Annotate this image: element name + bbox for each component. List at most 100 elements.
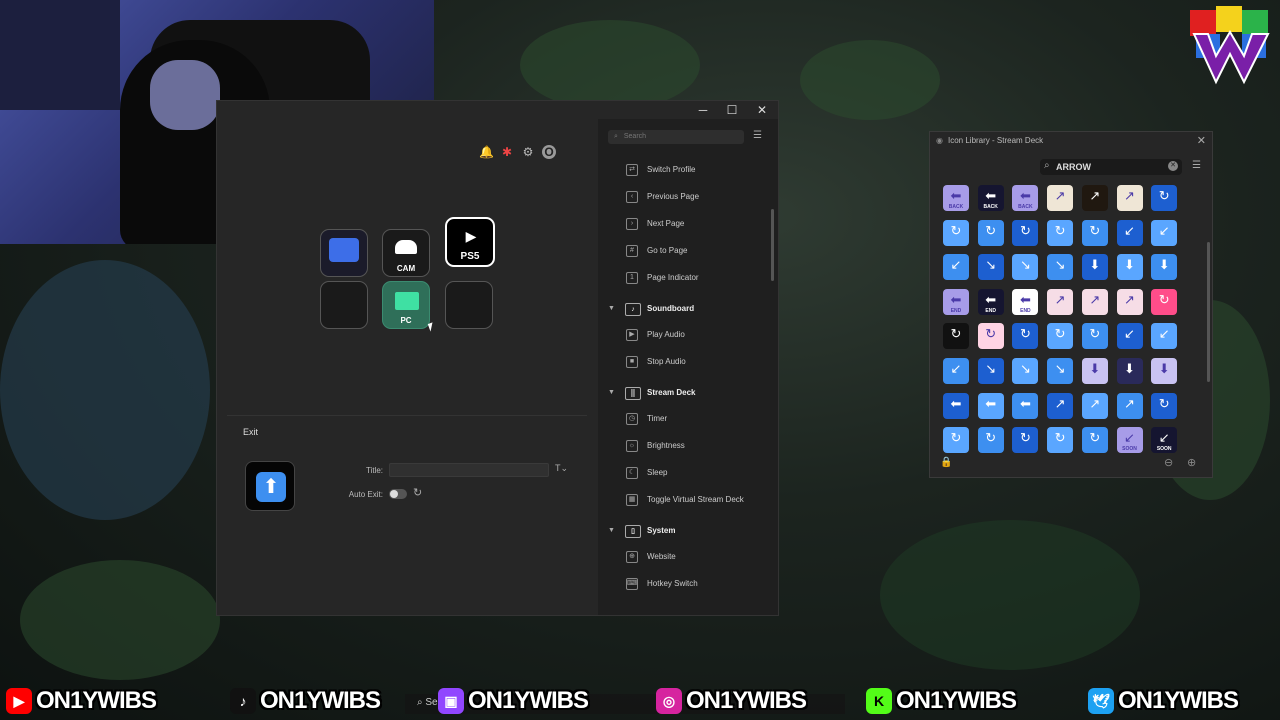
icon-tile[interactable]: ⬇ — [1116, 358, 1143, 384]
icon-tile[interactable]: ↙ SOON — [1116, 427, 1143, 454]
icon-tile[interactable]: ↻ — [1047, 219, 1074, 246]
action-preview-key[interactable]: ⬆ — [245, 461, 295, 511]
icon-tile[interactable]: ↻ — [1081, 219, 1108, 246]
icon-tile[interactable]: ↗ — [1047, 185, 1074, 211]
action-category[interactable]: ▼ ♪ Soundboard — [598, 297, 778, 321]
deck-key-empty-1[interactable] — [320, 281, 368, 329]
action-item[interactable]: › Next Page — [598, 213, 778, 235]
action-item[interactable]: # Go to Page — [598, 240, 778, 262]
icon-tile[interactable]: ↻ — [943, 323, 969, 350]
icon-tile[interactable]: ↻ — [943, 427, 969, 454]
title-input[interactable] — [389, 463, 549, 477]
icon-tile[interactable]: ⬅ — [1012, 392, 1039, 419]
close-icon[interactable]: ✕ — [1197, 134, 1206, 147]
icon-tile[interactable]: ↻ — [943, 219, 969, 246]
zoom-out-icon[interactable]: ⊖ — [1164, 456, 1173, 469]
icon-tile[interactable]: ↙ — [1151, 219, 1178, 246]
deck-key-cam[interactable]: CAM — [382, 229, 430, 277]
action-item[interactable]: ⇄ Switch Profile — [598, 159, 778, 181]
list-view-icon[interactable]: ☰ — [753, 130, 762, 141]
account-icon[interactable]: O — [542, 145, 556, 159]
deck-key-1[interactable] — [320, 229, 368, 277]
action-item[interactable]: ‹ Previous Page — [598, 186, 778, 208]
icon-tile[interactable]: ⬇ — [1081, 254, 1108, 281]
icon-tile[interactable]: ↻ — [1081, 427, 1108, 454]
action-item[interactable]: ◷ Timer — [598, 408, 778, 430]
icon-tile[interactable]: ↻ — [1151, 392, 1178, 419]
lock-icon[interactable]: 🔒 — [940, 457, 952, 468]
action-item[interactable]: ▦ Toggle Virtual Stream Deck — [598, 489, 778, 511]
action-item[interactable]: 1 Page Indicator — [598, 267, 778, 289]
icon-tile[interactable]: ⬇ — [1151, 254, 1178, 281]
icon-tile[interactable]: ↻ — [977, 323, 1004, 350]
deck-key-pc[interactable]: PC — [382, 281, 430, 329]
action-item[interactable]: ☼ Brightness — [598, 435, 778, 457]
bell-icon[interactable]: 🔔 — [479, 145, 494, 159]
action-item[interactable]: ■ Stop Audio — [598, 351, 778, 373]
icon-tile[interactable]: ↘ — [1047, 358, 1074, 384]
icon-tile[interactable]: ⬅ END — [977, 288, 1004, 315]
action-category[interactable]: ▼ ▯ System — [598, 519, 778, 543]
list-view-icon[interactable]: ☰ — [1192, 160, 1201, 171]
icon-tile[interactable]: ↙ — [1116, 219, 1143, 246]
actions-search-input[interactable]: ⌕ Search — [608, 130, 744, 144]
icon-tile[interactable]: ↗ — [1116, 185, 1143, 211]
icon-tile[interactable]: ↻ — [1047, 427, 1074, 454]
icon-tile[interactable]: ⬇ — [1116, 254, 1143, 281]
icon-tile[interactable]: ⬇ — [1081, 358, 1108, 384]
icon-tile[interactable]: ↻ — [977, 219, 1004, 246]
marketplace-icon[interactable]: ✱ — [500, 145, 514, 159]
icon-tile[interactable]: ↗ — [1047, 288, 1074, 315]
icon-tile[interactable]: ↘ — [1047, 254, 1074, 281]
minimize-button[interactable]: ─ — [693, 103, 713, 117]
icon-tile[interactable]: ↻ — [1012, 323, 1039, 350]
icon-tile[interactable]: ↙ SOON — [1151, 427, 1178, 454]
icon-tile[interactable]: ⬅ END — [1012, 288, 1039, 315]
action-item[interactable]: ☾ Sleep — [598, 462, 778, 484]
icon-tile[interactable]: ↙ — [1151, 323, 1178, 350]
deck-key-ps5[interactable]: ▶ PS5 — [445, 217, 495, 267]
icon-tile[interactable]: ⬅ BACK — [977, 185, 1004, 211]
icon-tile[interactable]: ⬅ — [977, 392, 1004, 419]
close-button[interactable]: ✕ — [752, 103, 772, 117]
icon-tile[interactable]: ↻ — [1012, 219, 1039, 246]
action-item[interactable]: ⊕ Website — [598, 546, 778, 568]
reset-icon[interactable]: ↻ — [413, 486, 422, 499]
zoom-in-icon[interactable]: ⊕ — [1187, 456, 1196, 469]
icon-tile[interactable]: ↗ — [1081, 392, 1108, 419]
icon-search-input[interactable]: ⌕ ARROW ✕ — [1040, 159, 1182, 175]
icon-tile[interactable]: ↻ — [1012, 427, 1039, 454]
icon-tile[interactable]: ↙ — [943, 358, 969, 384]
icon-tile[interactable]: ⬇ — [1151, 358, 1178, 384]
icon-tile[interactable]: ⬅ BACK — [943, 185, 969, 211]
icon-tile[interactable]: ↗ — [1081, 288, 1108, 315]
icon-tile[interactable]: ↘ — [1012, 358, 1039, 384]
deck-key-empty-2[interactable] — [445, 281, 493, 329]
icon-tile[interactable]: ↻ — [1081, 323, 1108, 350]
icon-tile[interactable]: ↻ — [1151, 185, 1178, 211]
icon-tile[interactable]: ↙ — [1116, 323, 1143, 350]
chevron-down-icon[interactable]: ▼ — [608, 381, 615, 405]
icon-tile[interactable]: ↻ — [1151, 288, 1178, 315]
icon-tile[interactable]: ↘ — [1012, 254, 1039, 281]
icon-tile[interactable]: ↙ — [943, 254, 969, 281]
icon-tile[interactable]: ↗ — [1047, 392, 1074, 419]
icon-tile[interactable]: ↗ — [1116, 288, 1143, 315]
maximize-button[interactable]: ☐ — [722, 103, 742, 117]
icon-tile[interactable]: ↻ — [1047, 323, 1074, 350]
icon-tile[interactable]: ↻ — [977, 427, 1004, 454]
chevron-down-icon[interactable]: ▼ — [608, 519, 615, 543]
icon-tile[interactable]: ↘ — [977, 254, 1004, 281]
clear-search-icon[interactable]: ✕ — [1168, 161, 1178, 171]
auto-exit-toggle[interactable] — [389, 489, 407, 499]
action-item[interactable]: ⌨ Hotkey Switch — [598, 573, 778, 595]
icon-tile[interactable]: ⬅ END — [943, 288, 969, 315]
icon-tile[interactable]: ↗ — [1116, 392, 1143, 419]
icon-tile[interactable]: ⬅ — [943, 392, 969, 419]
icon-grid-scrollbar[interactable] — [1207, 242, 1210, 382]
gear-icon[interactable]: ⚙ — [521, 145, 535, 159]
text-format-icon[interactable]: T⌄ — [555, 463, 568, 474]
icon-tile[interactable]: ↘ — [977, 358, 1004, 384]
action-category[interactable]: ▼ ⣿ Stream Deck — [598, 381, 778, 405]
action-item[interactable]: ▶ Play Audio — [598, 324, 778, 346]
